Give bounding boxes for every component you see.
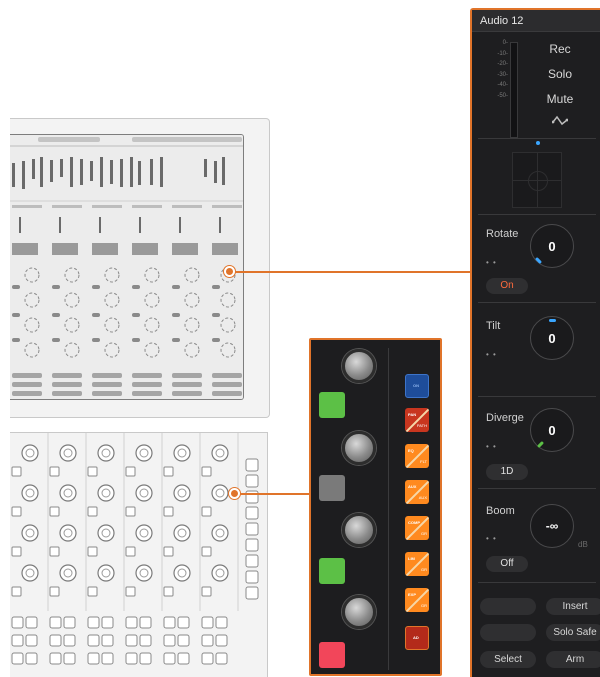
tilt-label: Tilt xyxy=(486,320,501,332)
red-button[interactable] xyxy=(319,642,345,668)
strip-knob-4[interactable] xyxy=(342,595,376,629)
aux-button-label: AUX xyxy=(408,484,417,489)
meter-scale-50: -50- xyxy=(497,92,508,99)
rotate-on-button[interactable]: On xyxy=(486,278,528,294)
arm-button[interactable]: Arm xyxy=(546,651,600,668)
boom-value: -∞ xyxy=(545,519,559,533)
pan-path-button[interactable]: PAN PATH xyxy=(405,408,429,432)
console-knob-grid-illustration xyxy=(11,433,259,665)
diverge-value: 0 xyxy=(548,422,556,438)
path-button-label: PATH xyxy=(416,423,427,428)
audio-channel-panel: Audio 12 0- -10- -20- -30- -40- -50- Rec… xyxy=(470,8,600,677)
boom-label: Boom xyxy=(486,505,515,517)
empty-button-2[interactable] xyxy=(480,624,536,641)
green-select-button-2[interactable] xyxy=(319,558,345,584)
diverge-knob[interactable]: 0 xyxy=(530,408,574,452)
tilt-knob[interactable]: 0 xyxy=(530,316,574,360)
diverge-label: Diverge xyxy=(486,412,524,424)
divider-tilt xyxy=(478,396,596,397)
pan-button-label: PAN xyxy=(408,412,417,417)
lim-button[interactable]: LIM GR xyxy=(405,552,429,576)
callout-dot-strip xyxy=(229,488,240,499)
strip-divider xyxy=(388,348,389,670)
on-button-label: ON xyxy=(413,383,419,388)
tilt-link-dots: • • xyxy=(486,350,497,359)
lim-gr-label: GR xyxy=(421,567,427,572)
boom-off-button[interactable]: Off xyxy=(486,556,528,572)
comp-button[interactable]: COMP GR xyxy=(405,516,429,540)
eq-button-label: EQ xyxy=(408,448,414,453)
divider-diverge xyxy=(478,488,596,489)
exp-gr-label: GR xyxy=(421,603,427,608)
callout-line-strip xyxy=(234,493,310,495)
divider-boom xyxy=(478,582,596,583)
exp-button-label: EXP xyxy=(408,592,417,597)
insert-button[interactable]: Insert xyxy=(546,598,600,615)
ad-button[interactable]: AD xyxy=(405,626,429,650)
diverge-link-dots: • • xyxy=(486,442,497,451)
divider-rotate xyxy=(478,302,596,303)
comp-button-label: COMP xyxy=(408,520,420,525)
rotate-knob[interactable]: 0 xyxy=(530,224,574,268)
divider-meter xyxy=(478,138,596,139)
solo-safe-button[interactable]: Solo Safe xyxy=(546,624,600,641)
pan-position-marker xyxy=(536,141,540,145)
aux-button-sublabel: AUX xyxy=(418,495,427,500)
panel-title: Audio 12 xyxy=(472,10,600,32)
callout-dot-screen xyxy=(224,266,235,277)
exp-button[interactable]: EXP GR xyxy=(405,588,429,612)
pan-grid-center-circle xyxy=(528,171,548,191)
rotate-label: Rotate xyxy=(486,228,519,240)
divider-pan xyxy=(478,214,596,215)
green-select-button-1[interactable] xyxy=(319,392,345,418)
meter-scale-20: -20- xyxy=(497,61,508,67)
aux-button[interactable]: AUX AUX xyxy=(405,480,429,504)
ad-button-label: AD xyxy=(413,635,419,640)
boom-link-dots: • • xyxy=(486,534,497,543)
rec-button[interactable]: Rec xyxy=(540,42,580,56)
rotate-link-dots: • • xyxy=(486,258,497,267)
meter-scale-10: -10- xyxy=(497,50,508,57)
on-button[interactable]: ON xyxy=(405,374,429,398)
strip-knob-3[interactable] xyxy=(342,513,376,547)
grey-button[interactable] xyxy=(319,475,345,501)
mute-button[interactable]: Mute xyxy=(540,92,580,106)
diverge-knob-indicator xyxy=(536,440,545,449)
console-screen xyxy=(10,134,244,400)
callout-line-screen xyxy=(230,271,470,273)
hardware-channel-strip: ON PAN PATH EQ FLT AUX AUX COMP GR LIM G… xyxy=(309,338,442,676)
diverge-1d-button[interactable]: 1D xyxy=(486,464,528,480)
strip-knob-2[interactable] xyxy=(342,431,376,465)
boom-knob[interactable]: -∞ xyxy=(530,504,574,548)
solo-button[interactable]: Solo xyxy=(540,67,580,81)
empty-button-1[interactable] xyxy=(480,598,536,615)
strip-knob-1[interactable] xyxy=(342,349,376,383)
console-screen-illustration xyxy=(10,135,243,399)
meter-scale-40: -40- xyxy=(497,82,508,88)
pan-position-grid[interactable] xyxy=(512,152,562,208)
automation-curve-icon[interactable] xyxy=(552,114,568,128)
console-lower-panel xyxy=(10,432,268,677)
meter-scale-0: 0- xyxy=(502,40,508,46)
tilt-knob-indicator xyxy=(549,319,556,322)
filter-button-label: FLT xyxy=(420,459,427,464)
meter-scale-30: -30- xyxy=(497,71,508,78)
meter-scale: 0- -10- -20- -30- -40- -50- xyxy=(484,38,508,101)
rotate-knob-indicator xyxy=(534,256,543,265)
lim-button-label: LIM xyxy=(408,556,415,561)
tilt-value: 0 xyxy=(548,330,556,346)
level-meter xyxy=(510,42,518,138)
select-button[interactable]: Select xyxy=(480,651,536,668)
comp-gr-label: GR xyxy=(421,531,427,536)
rotate-value: 0 xyxy=(548,238,556,254)
eq-filter-button[interactable]: EQ FLT xyxy=(405,444,429,468)
boom-unit: dB xyxy=(578,540,588,549)
